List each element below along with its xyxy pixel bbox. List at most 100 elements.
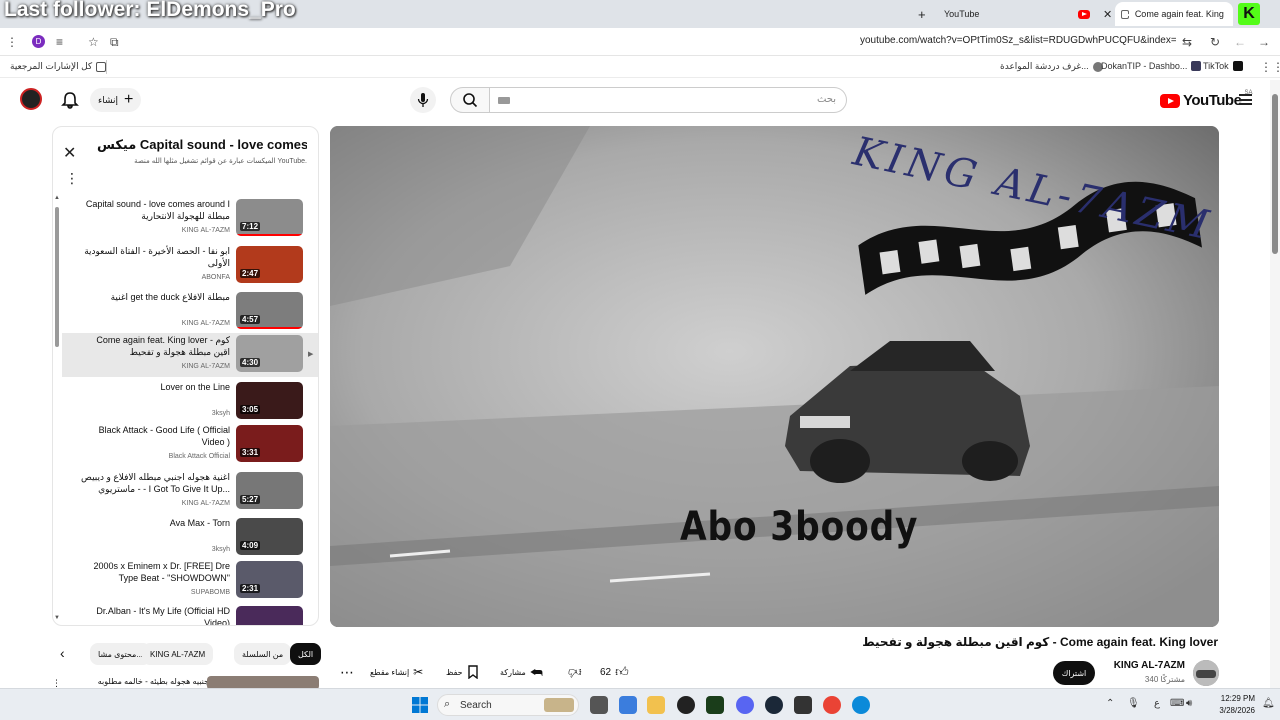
page-scrollbar-thumb[interactable] [1272, 94, 1278, 254]
video-player[interactable]: KING AL-7AZM Abo 3boody [330, 126, 1219, 627]
taskbar-clock[interactable]: 12:29 PM 3/28/2026 [1205, 693, 1255, 717]
search-icon: ⌕ [444, 698, 451, 710]
bookmarks-bar: كل الإشارات المرجعية غرف دردشة المواعدة.… [0, 56, 1280, 78]
save-button[interactable]: حفظ [438, 660, 487, 684]
apps-grid-icon[interactable]: ⋮⋮ [1260, 59, 1280, 75]
reload-icon[interactable]: ↻ [1210, 34, 1220, 50]
playlist-item[interactable]: 7:12 Capital sound - love comes around I … [62, 197, 318, 241]
widgets-icon[interactable] [619, 696, 637, 714]
dislike-button[interactable]: 👍︎ [560, 660, 590, 684]
terminal-icon[interactable] [706, 696, 724, 714]
chevron-left-icon[interactable]: ‹ [60, 645, 65, 661]
channel-name: 3ksyh [211, 546, 230, 553]
more-options-icon[interactable]: ⋮ [65, 171, 79, 185]
subscribe-button[interactable]: اشتراك [1053, 661, 1095, 685]
volume-icon[interactable]: 🔊︎ [1186, 698, 1192, 709]
watch-progress-bar [236, 327, 303, 329]
guide-menu-icon[interactable] [1239, 94, 1252, 105]
channel-name: SUPABOMB [190, 589, 230, 596]
close-icon[interactable]: ✕ [63, 143, 76, 163]
channel-name: ABONFA [201, 274, 230, 281]
channel-name[interactable]: KING AL-7AZM [1114, 660, 1185, 671]
clock-date: 3/28/2026 [1219, 706, 1255, 715]
search-icon [463, 93, 478, 108]
scroll-down-icon[interactable]: ▼ [54, 615, 60, 621]
playlist-item[interactable]: 4:30 Come again feat. King lover - كوم اق… [62, 333, 318, 377]
microphone-tray-icon[interactable]: 🎙︎ [1127, 698, 1140, 709]
playlist-item[interactable]: Dr.Alban - It's My Life (Official HD Vid… [62, 604, 318, 625]
new-tab-button[interactable]: + [918, 2, 926, 26]
windows-start-icon[interactable] [411, 696, 429, 714]
channel-name: KING AL-7AZM [181, 363, 230, 370]
video-title: ابو نفا - الحصة الأخيرة - الفتاة السعودي… [84, 246, 230, 268]
playlist-scrollbar-thumb[interactable] [55, 207, 59, 347]
tab-active-video[interactable]: Come again feat. King lover [1115, 2, 1233, 26]
edge-icon[interactable] [852, 696, 870, 714]
search-input[interactable]: بحث [490, 87, 847, 113]
notifications-bell-icon[interactable] [60, 90, 80, 110]
clip-label: إنشاء مقطع [370, 667, 410, 677]
keyboard-icon[interactable] [498, 97, 510, 104]
youtube-favicon [1078, 2, 1090, 26]
playlist-panel: ✕ ميكس Capital sound - love comes... الم… [52, 126, 319, 626]
share-button[interactable]: مشاركة ⮪ [492, 660, 551, 684]
more-actions-icon[interactable]: ⋯ [332, 660, 362, 684]
clip-button[interactable]: إنشاء مقطع ✂ [362, 660, 431, 684]
page-scrollbar[interactable] [1270, 80, 1280, 688]
video-thumbnail [236, 606, 303, 625]
chip-from-series[interactable]: من السلسلة [234, 643, 292, 665]
playlist-item[interactable]: 5:27 اغنية هجوله اجنبي مبطله الافلاع و دي… [62, 470, 318, 514]
show-hidden-icons-icon[interactable]: ⌃ [1106, 698, 1114, 709]
scroll-up-icon[interactable]: ▲ [54, 195, 60, 201]
playlist-item[interactable]: 3:05 Lover on the Line 3ksyh [62, 380, 318, 424]
bookmark-dating-chat[interactable]: غرف دردشة المواعدة... [1000, 61, 1103, 72]
chip-channel[interactable]: KING AL-7AZM [142, 643, 214, 665]
video-duration: 5:27 [240, 495, 261, 504]
tab-search-icon[interactable]: ≡ [56, 34, 63, 50]
input-language[interactable]: ع [1154, 698, 1160, 709]
tab-youtube-home[interactable]: YouTube [944, 2, 979, 26]
url-field[interactable]: youtube.com/watch?v=OPtTim0Sz_s&list=RDU… [860, 35, 1176, 46]
steam-icon[interactable] [765, 696, 783, 714]
file-explorer-icon[interactable] [647, 696, 665, 714]
install-app-icon[interactable]: ⧉ [110, 34, 119, 50]
playlist-item[interactable]: 3:31 Black Attack - Good Life ( Official … [62, 423, 318, 467]
playlist-item[interactable]: 2:47 ابو نفا - الحصة الأخيرة - الفتاة الس… [62, 244, 318, 288]
video-title: كوم اقين مبطلة هجولة و تفحيط - Come agai… [862, 635, 1218, 649]
profile-avatar[interactable]: D [32, 35, 45, 48]
chip-all[interactable]: الكل [290, 643, 322, 665]
task-view-icon[interactable] [590, 696, 608, 714]
filter-chips: ‹ محتوى مشا... KING AL-7AZM من السلسلة ا… [52, 640, 322, 666]
bookmark-tiktok[interactable]: TikTok [1203, 61, 1243, 71]
channel-name: KING AL-7AZM [181, 500, 230, 507]
like-button[interactable]: 62 👍︎ [592, 660, 637, 684]
account-avatar[interactable] [20, 88, 42, 110]
video-title: اغنية هجوله اجنبي مبطله الافلاع و ديبيص … [81, 472, 230, 494]
network-icon[interactable]: ⌨ [1170, 698, 1184, 709]
bookmark-star-icon[interactable]: ☆ [88, 34, 99, 50]
playlist-item[interactable]: 4:57 اغنية get the duck مبطلة الافلاع KING… [62, 290, 318, 334]
app-icon[interactable] [794, 696, 812, 714]
tune-icon[interactable]: ⇆ [1182, 34, 1192, 50]
tab-close-button[interactable]: ✕ [1103, 2, 1112, 26]
video-title: Lover on the Line [160, 382, 230, 392]
search-button[interactable] [450, 87, 490, 113]
scissors-icon: ✂ [413, 665, 424, 679]
voice-search-button[interactable] [410, 87, 436, 113]
forward-icon[interactable]: ← [1234, 34, 1246, 50]
chrome-icon[interactable] [823, 696, 841, 714]
bookmark-dokantip[interactable]: DokanTIP - Dashbo... [1101, 61, 1202, 71]
create-button[interactable]: إنشاء + [90, 88, 142, 112]
back-icon[interactable]: → [1258, 34, 1270, 50]
playlist-item[interactable]: 4:09 Ava Max - Torn 3ksyh [62, 516, 318, 560]
browser-menu-icon[interactable]: ⋮ [6, 34, 18, 50]
playlist-scrollbar[interactable]: ▲ ▼ [53, 195, 61, 625]
playlist-item[interactable]: 2:31 2000s x Eminem x Dr. [FREE] Dre Type… [62, 559, 318, 603]
discord-icon[interactable] [736, 696, 754, 714]
bookmark-all-bookmarks[interactable]: كل الإشارات المرجعية [10, 61, 107, 72]
channel-avatar[interactable] [1193, 660, 1219, 686]
notifications-icon[interactable]: 🔔︎ [1262, 698, 1275, 709]
github-icon[interactable] [677, 696, 695, 714]
playlist-title[interactable]: ميكس Capital sound - love comes... [97, 137, 307, 153]
taskbar-search[interactable]: ⌕ Search [437, 694, 579, 716]
